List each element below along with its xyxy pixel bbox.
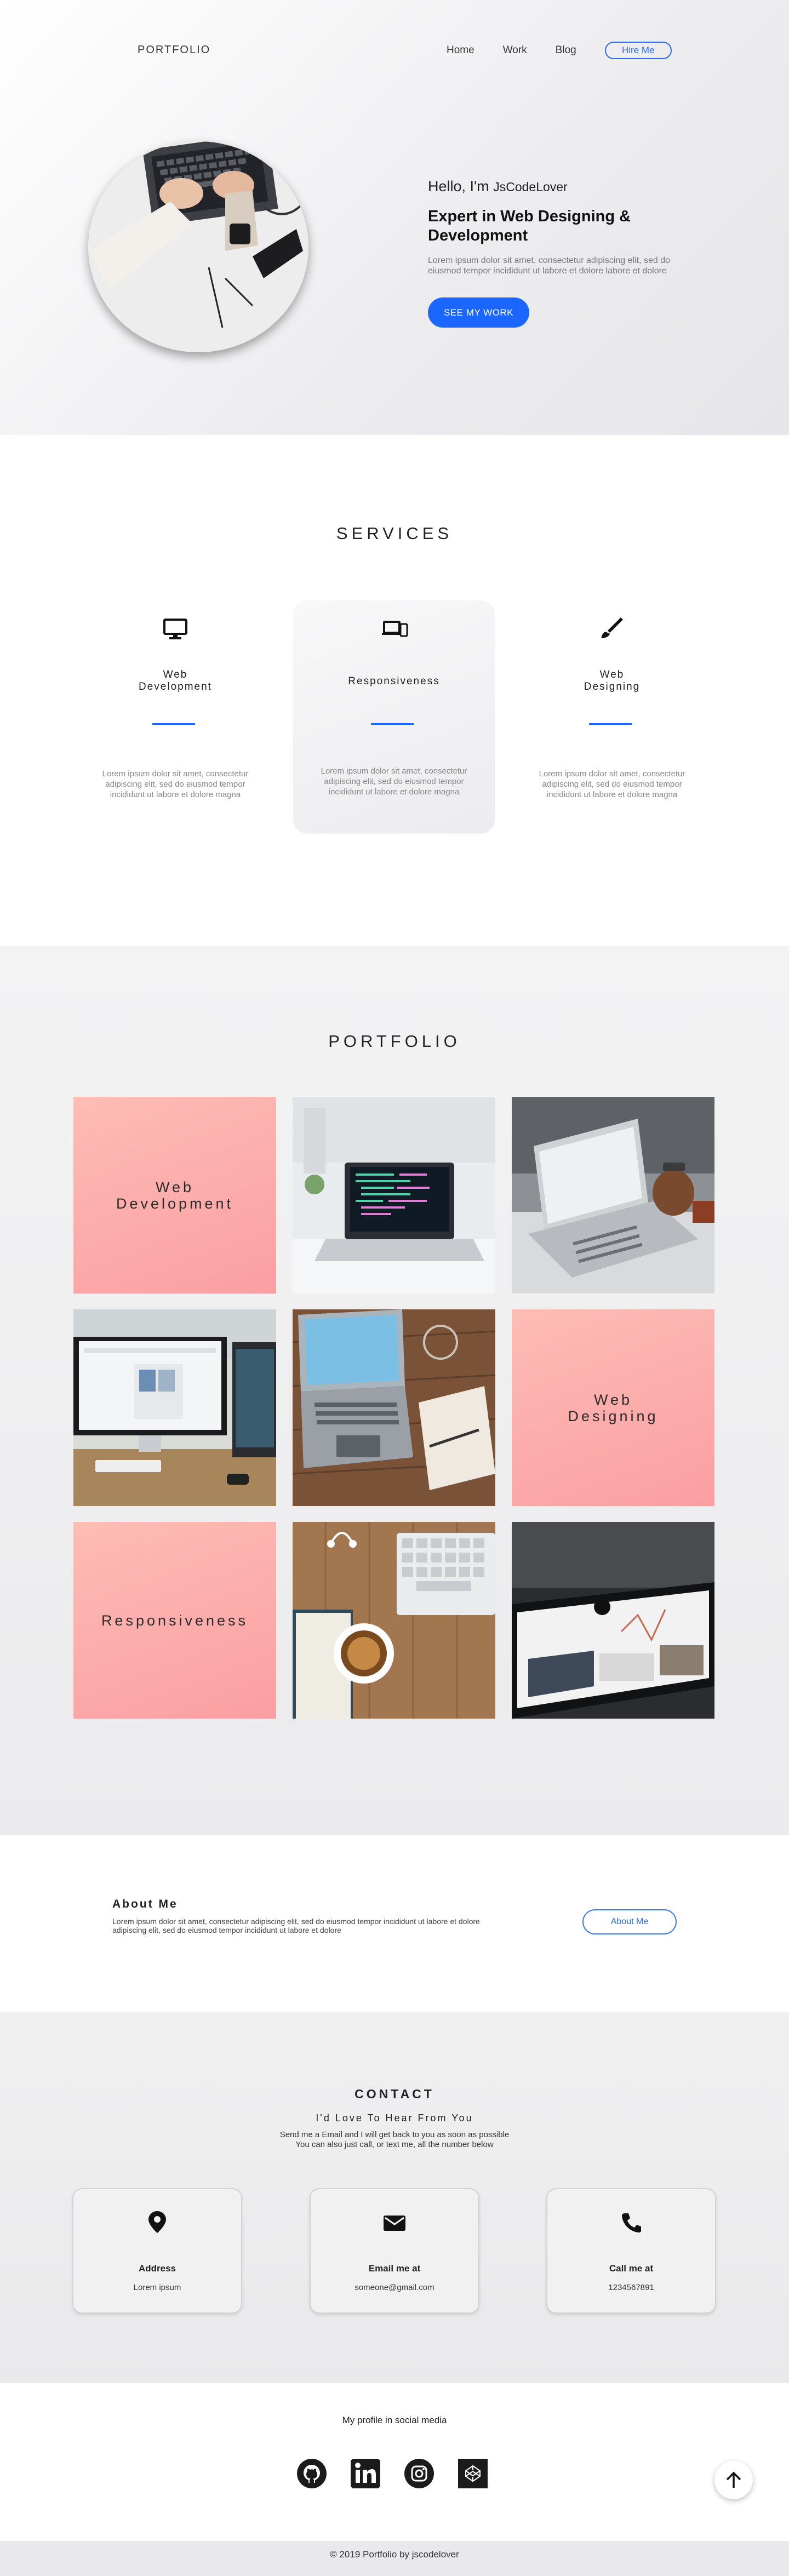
- service-description: Lorem ipsum dolor sit amet, consectetur …: [321, 766, 467, 797]
- contact-title: CONTACT: [355, 2087, 434, 2101]
- services-title: SERVICES: [336, 524, 453, 543]
- portfolio-image-dark-tablet[interactable]: [512, 1522, 714, 1719]
- service-underline: [371, 723, 414, 725]
- service-title: Web Development: [139, 669, 212, 692]
- about-title: About Me: [112, 1898, 178, 1910]
- contact-section: CONTACT I'd Love To Hear From You Send m…: [0, 2012, 789, 2383]
- portfolio-image-imac-desk[interactable]: [73, 1309, 276, 1506]
- services-section: SERVICES Web Development Lorem ipsum dol…: [0, 435, 789, 946]
- portfolio-title: PORTFOLIO: [328, 1032, 461, 1051]
- location-pin-icon: [148, 2211, 166, 2233]
- tile-label: Responsiveness: [101, 1612, 249, 1629]
- devices-icon: [382, 621, 408, 637]
- portfolio-tile-responsiveness[interactable]: Responsiveness: [73, 1522, 276, 1719]
- service-underline: [152, 723, 195, 725]
- about-me-button[interactable]: About Me: [582, 1909, 677, 1934]
- card-value[interactable]: 1234567891: [547, 2283, 715, 2292]
- top-nav: PORTFOLIO Home Work Blog Hire Me: [0, 0, 789, 101]
- contact-subtitle: I'd Love To Hear From You: [316, 2113, 473, 2123]
- service-description: Lorem ipsum dolor sit amet, consectetur …: [539, 769, 685, 799]
- tile-label: Web Development: [116, 1178, 234, 1212]
- card-value[interactable]: someone@gmail.com: [311, 2283, 478, 2292]
- service-card-web-development[interactable]: Web Development Lorem ipsum dolor sit am…: [75, 600, 276, 833]
- linkedin-icon[interactable]: [350, 2458, 381, 2489]
- portfolio-image-laptop-kettle[interactable]: [512, 1097, 714, 1293]
- nav-work-link[interactable]: Work: [503, 44, 527, 56]
- card-label: Call me at: [609, 2263, 654, 2274]
- nav-home-link[interactable]: Home: [447, 44, 474, 56]
- service-title: Web Designing: [584, 669, 641, 692]
- about-description: Lorem ipsum dolor sit amet, consectetur …: [112, 1917, 480, 1934]
- social-icons: [296, 2458, 511, 2489]
- hero-headline: Expert in Web Designing & Development: [428, 208, 631, 244]
- see-my-work-button[interactable]: SEE MY WORK: [428, 297, 529, 328]
- hero-name: JsCodeLover: [493, 180, 568, 194]
- portfolio-image-laptop-code[interactable]: [293, 1097, 495, 1293]
- github-icon[interactable]: [296, 2458, 327, 2489]
- arrow-up-icon: [726, 2471, 741, 2488]
- portfolio-tile-web-designing[interactable]: Web Designing: [512, 1309, 714, 1506]
- service-card-web-designing[interactable]: Web Designing Lorem ipsum dolor sit amet…: [511, 600, 713, 833]
- tile-label: Web Designing: [568, 1391, 659, 1424]
- monitor-icon: [163, 619, 187, 639]
- service-underline: [589, 723, 632, 725]
- scroll-to-top-button[interactable]: [714, 2461, 753, 2499]
- copyright-bar: © 2019 Portfolio by jscodelover: [0, 2541, 789, 2576]
- about-section: About Me Lorem ipsum dolor sit amet, con…: [0, 1835, 789, 2012]
- instagram-icon[interactable]: [404, 2458, 434, 2489]
- service-description: Lorem ipsum dolor sit amet, consectetur …: [102, 769, 249, 799]
- brush-icon: [601, 617, 623, 638]
- hero-hello: Hello, I'm JsCodeLover: [428, 178, 680, 195]
- service-card-responsiveness[interactable]: Responsiveness Lorem ipsum dolor sit ame…: [293, 600, 495, 833]
- hire-me-button[interactable]: Hire Me: [604, 42, 672, 59]
- portfolio-image-keyboard-coffee[interactable]: [293, 1522, 495, 1719]
- mail-icon: [384, 2216, 405, 2231]
- contact-card-phone[interactable]: Call me at 1234567891: [547, 2189, 715, 2312]
- social-title: My profile in social media: [342, 2415, 447, 2425]
- contact-description: Send me a Email and I will get back to y…: [0, 2130, 789, 2150]
- portfolio-tile-web-development[interactable]: Web Development: [73, 1097, 276, 1293]
- contact-card-address[interactable]: Address Lorem ipsum: [73, 2189, 241, 2312]
- hero-text: Hello, I'm JsCodeLover Expert in Web Des…: [428, 178, 680, 328]
- contact-desc-line: Send me a Email and I will get back to y…: [279, 2130, 510, 2139]
- codepen-icon[interactable]: [458, 2458, 488, 2489]
- site-logo[interactable]: PORTFOLIO: [138, 44, 210, 56]
- hello-text: Hello, I'm: [428, 178, 489, 194]
- hero-photo: [88, 141, 308, 352]
- portfolio-image-laptop-notebook[interactable]: [293, 1309, 495, 1506]
- hero-section: PORTFOLIO Home Work Blog Hire Me Hello, …: [0, 0, 789, 435]
- card-label: Address: [138, 2263, 176, 2274]
- nav-blog-link[interactable]: Blog: [556, 44, 576, 56]
- contact-card-email[interactable]: Email me at someone@gmail.com: [311, 2189, 478, 2312]
- card-value: Lorem ipsum: [133, 2283, 181, 2292]
- service-title: Responsiveness: [348, 676, 440, 687]
- social-section: My profile in social media: [0, 2383, 789, 2541]
- card-label: Email me at: [368, 2263, 421, 2274]
- hero-description: Lorem ipsum dolor sit amet, consectetur …: [428, 256, 670, 276]
- contact-desc-line: You can also just call, or text me, all …: [295, 2140, 494, 2149]
- nav-links: Home Work Blog Hire Me: [447, 42, 672, 59]
- phone-icon: [622, 2213, 641, 2232]
- portfolio-section: PORTFOLIO Web Development Web Designing …: [0, 946, 789, 1835]
